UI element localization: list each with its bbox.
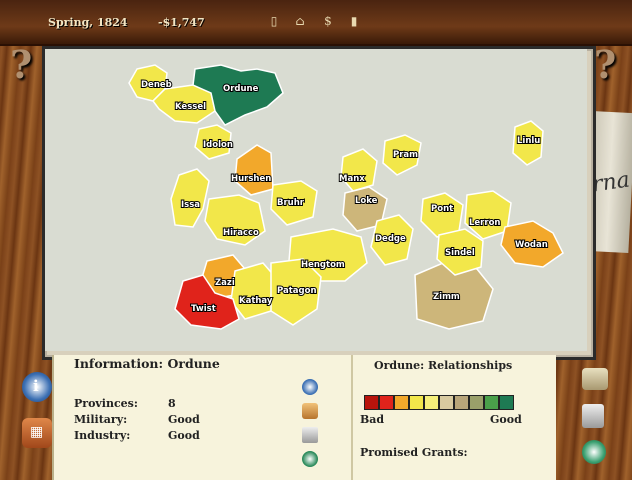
info-button[interactable]: i <box>22 372 52 402</box>
relationship-swatch <box>454 395 469 410</box>
info-panel: Information: Ordune Provinces: 8 Militar… <box>52 355 556 480</box>
treasury-money: -$1,747 <box>158 16 205 29</box>
map-canvas[interactable]: Deneb Kessel Ordune Idolon Hurshen Issa Bruhr H… <box>45 49 587 351</box>
bad-label: Bad <box>360 413 385 426</box>
province-label-manx: Manx <box>339 174 365 184</box>
province-label-sindel: Sindel <box>445 248 475 258</box>
relations-title: Ordune: Relationships <box>374 359 513 372</box>
info-icon: i <box>33 377 39 395</box>
promised-grants-label: Promised Grants: <box>360 446 468 459</box>
scroll-button[interactable] <box>582 368 608 390</box>
province-label-kessel: Kessel <box>175 102 206 112</box>
treaty-scroll-icon[interactable] <box>302 403 318 419</box>
industry-value: Good <box>168 429 200 442</box>
province-label-linlu: Linlu <box>517 136 540 146</box>
industry-label: Industry: <box>74 429 131 442</box>
relationship-swatch <box>484 395 499 410</box>
relationship-swatch <box>424 395 439 410</box>
province-label-hengtom: Hengtom <box>301 260 345 270</box>
province-label-hurshen: Hurshen <box>231 174 271 184</box>
bank-icon[interactable]: ⌂ <box>294 14 306 30</box>
province-label-lerron: Lerron <box>469 218 500 228</box>
province-label-zazi: Zazi <box>215 278 235 288</box>
scroll-icon[interactable]: ▯ <box>268 14 280 30</box>
province-label-patagon: Patagon <box>277 286 317 296</box>
province-label-loke: Loke <box>355 196 378 206</box>
list-button[interactable] <box>582 404 604 428</box>
relationship-swatch <box>379 395 394 410</box>
military-value: Good <box>168 413 200 426</box>
province-label-kathay: Kathay <box>239 296 273 306</box>
province-label-twist: Twist <box>191 304 216 314</box>
capitol-icon[interactable] <box>302 451 318 467</box>
province-label-hiracco: Hiracco <box>223 228 259 238</box>
relationship-swatch <box>364 395 379 410</box>
season-date: Spring, 1824 <box>48 16 128 29</box>
province-label-ordune: Ordune <box>223 84 259 94</box>
document-icon[interactable] <box>302 427 318 443</box>
left-question-icon[interactable]: ? <box>10 42 32 87</box>
province-label-bruhr: Bruhr <box>277 198 305 208</box>
province-kathay[interactable] <box>230 262 278 320</box>
factory-icon[interactable]: ▮ <box>348 14 360 30</box>
province-label-dedge: Dedge <box>375 234 406 244</box>
dollar-icon[interactable]: $ <box>322 14 334 30</box>
info-title: Information: Ordune <box>74 356 220 371</box>
panel-divider <box>351 355 353 480</box>
provinces-value: 8 <box>168 397 176 410</box>
relationship-swatch <box>469 395 484 410</box>
province-label-pram: Pram <box>393 150 418 160</box>
relationship-swatch <box>394 395 409 410</box>
province-label-issa: Issa <box>181 200 200 210</box>
relationship-swatch <box>409 395 424 410</box>
newspaper-label: rna <box>590 167 632 198</box>
provinces-label: Provinces: <box>74 397 138 410</box>
top-bar: Spring, 1824 -$1,747 ▯ ⌂ $ ▮ <box>0 0 632 46</box>
good-label: Good <box>490 413 522 426</box>
government-button[interactable] <box>582 440 606 464</box>
province-label-zimm: Zimm <box>433 292 460 302</box>
crate-icon: ▦ <box>30 424 44 440</box>
relationship-swatch <box>499 395 514 410</box>
relationship-swatch <box>439 395 454 410</box>
province-label-wodan: Wodan <box>515 240 548 250</box>
inventory-button[interactable]: ▦ <box>22 418 52 448</box>
military-label: Military: <box>74 413 128 426</box>
world-map[interactable]: Deneb Kessel Ordune Idolon Hurshen Issa Bruhr H… <box>42 46 596 360</box>
province-label-pont: Pont <box>431 204 453 214</box>
province-label-deneb: Deneb <box>141 80 172 90</box>
help-question-icon[interactable]: ? <box>594 42 616 87</box>
province-label-idolon: Idolon <box>203 140 233 150</box>
relations-info-icon[interactable] <box>302 379 318 395</box>
